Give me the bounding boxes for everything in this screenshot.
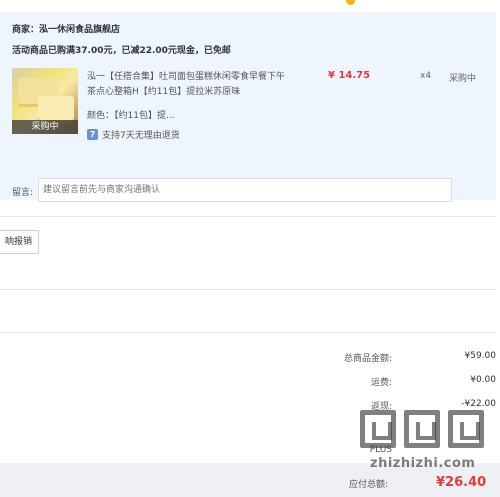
top-strip — [0, 0, 500, 12]
invoice-button[interactable]: 响报销 — [0, 230, 39, 254]
summary-row-hidden — [250, 422, 496, 436]
cake-image-2 — [38, 96, 74, 120]
purchase-status: 采购中 — [449, 74, 477, 84]
total-bar: 应付总额: ¥26.40 — [0, 463, 500, 497]
summary-row-shipping: 运费: ¥0.00 — [250, 375, 496, 389]
product-price: ¥ 14.75 — [328, 70, 371, 81]
service-text: 支持7天无理由退货 — [102, 131, 180, 141]
seven-day-return-icon: 7 — [87, 129, 98, 140]
total-label: 应付总额: — [349, 480, 389, 490]
summary-row-cashback: 返现: -¥22.00 — [250, 399, 496, 413]
total-amount: ¥26.40 — [436, 475, 487, 490]
summary-key: 运费: — [370, 378, 392, 388]
summary-value: ¥0.00 — [470, 375, 496, 385]
product-thumbnail[interactable]: 采购中 — [12, 68, 78, 134]
divider — [0, 216, 496, 217]
divider — [0, 289, 496, 290]
product-quantity: x4 — [420, 71, 432, 81]
summary-value: ¥59.00 — [464, 351, 497, 361]
promo-text: 活动商品已购满37.00元，已减22.00元现金，已免邮 — [12, 46, 231, 56]
service-guarantee: 7 支持7天无理由退货 — [87, 128, 180, 141]
top-indicator — [346, 0, 355, 5]
product-spec: 颜色：【约11包】提... — [87, 111, 175, 121]
summary-key: 总商品金额: — [343, 354, 392, 364]
summary-row-goods: 总商品金额: ¥59.00 — [250, 351, 496, 365]
summary-row-plus: PLUS — [250, 445, 496, 459]
message-input[interactable] — [38, 178, 452, 202]
summary-key: 返现: — [370, 402, 392, 412]
order-shop-panel: 商家：泓一休闲食品旗舰店 活动商品已购满37.00元，已减22.00元现金，已免… — [0, 12, 496, 202]
product-title[interactable]: 泓一【任搭合集】吐司面包蛋糕休闲零食早餐下午茶点心整箱H【约11包】提拉米苏原味 — [87, 70, 287, 100]
message-label: 留言: — [12, 188, 34, 198]
summary-value: -¥22.00 — [461, 399, 496, 409]
shop-name[interactable]: 商家：泓一休闲食品旗舰店 — [12, 22, 120, 35]
thumb-status-tag: 采购中 — [12, 120, 78, 134]
divider — [0, 332, 496, 333]
summary-key: PLUS — [369, 445, 392, 455]
